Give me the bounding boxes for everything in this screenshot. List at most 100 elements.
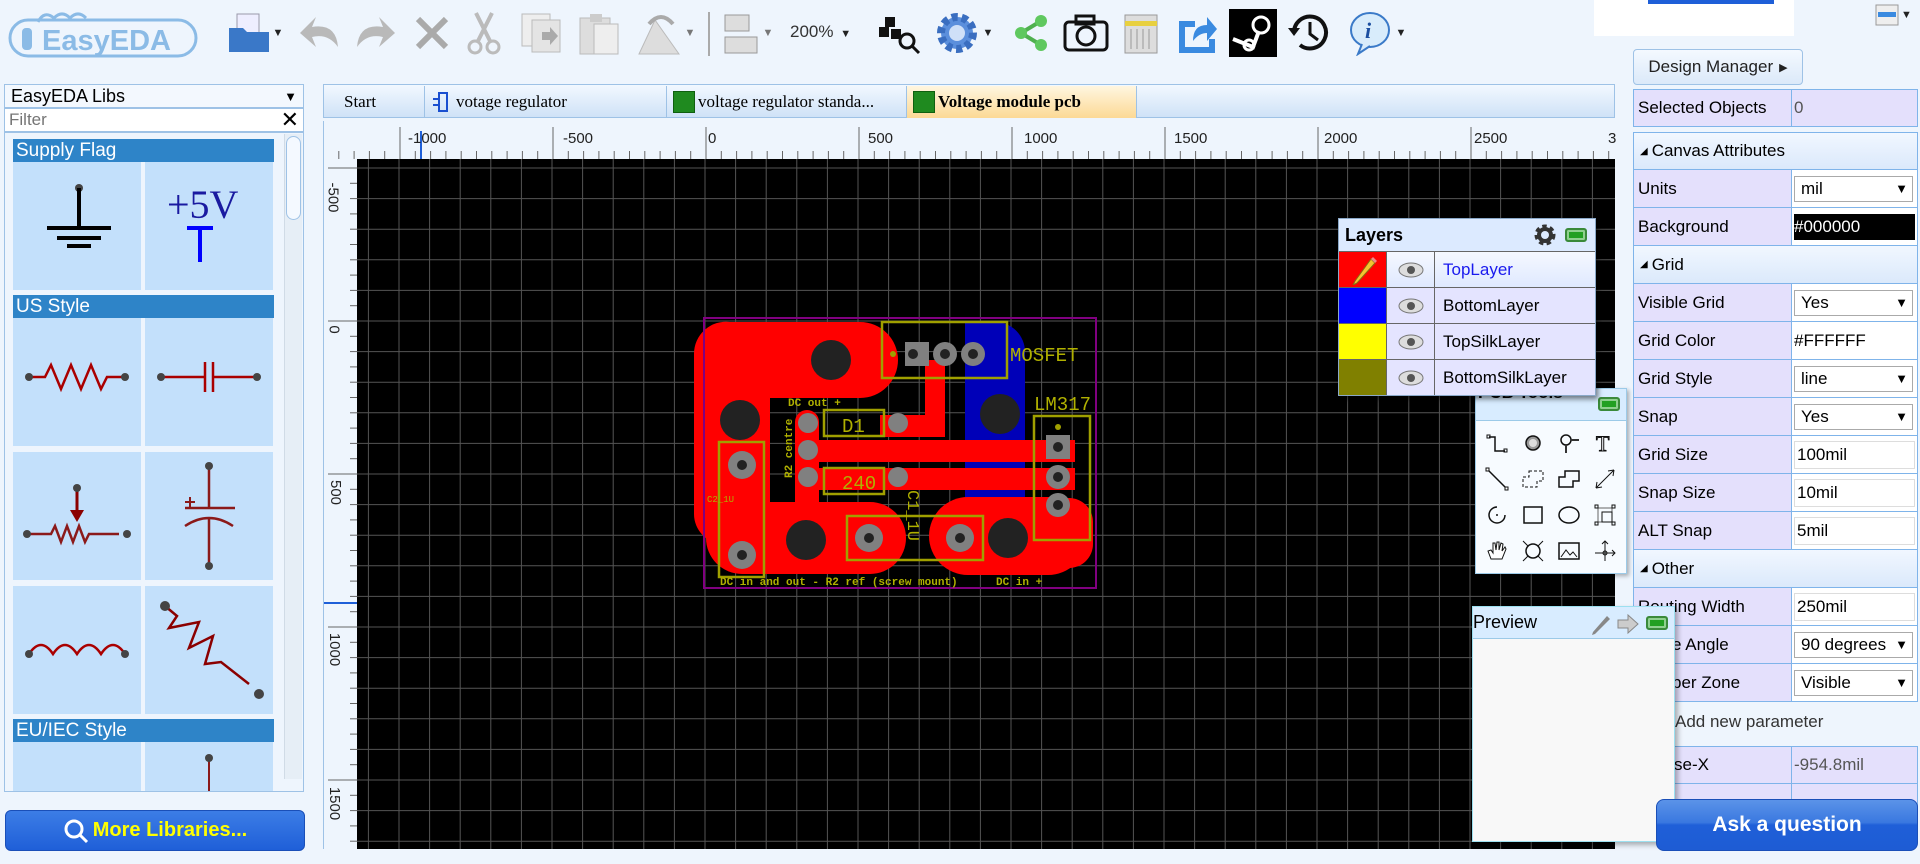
zoom-level-select[interactable]: 200% ▼	[790, 22, 851, 42]
lib-item-eu-1[interactable]	[13, 742, 141, 791]
lib-item-resistor[interactable]	[13, 318, 141, 446]
tool-image[interactable]	[1554, 536, 1584, 566]
snap-size-input[interactable]: 10mil	[1794, 478, 1915, 507]
align-button[interactable]: ▼	[718, 8, 776, 58]
preview-header[interactable]: Preview	[1473, 607, 1674, 639]
layer-color-swatch[interactable]	[1339, 360, 1387, 395]
lib-item-eu-2[interactable]	[145, 742, 273, 791]
group-canvas-attributes[interactable]: ◢ Canvas Attributes	[1633, 132, 1918, 170]
copy-button[interactable]	[516, 8, 566, 58]
lib-item-capacitor[interactable]	[145, 318, 273, 446]
group-other[interactable]: ◢ Other	[1633, 550, 1918, 588]
background-color-input[interactable]: #000000	[1794, 213, 1915, 240]
open-folder-button[interactable]: ▼	[220, 8, 290, 58]
library-scrollbar-thumb[interactable]	[286, 136, 301, 220]
tool-canvas-origin[interactable]	[1590, 500, 1620, 530]
tool-dimension[interactable]	[1590, 464, 1620, 494]
lib-item-ground[interactable]	[13, 162, 141, 290]
cut-button[interactable]	[462, 8, 506, 58]
grid-size-input[interactable]: 100mil	[1794, 440, 1915, 469]
tool-pan-hand[interactable]	[1482, 536, 1512, 566]
layer-color-swatch[interactable]	[1339, 288, 1387, 323]
group-grid[interactable]: ◢ Grid	[1633, 246, 1918, 284]
paste-button[interactable]	[574, 8, 624, 58]
layer-row-bottomlayer[interactable]: BottomLayer	[1339, 287, 1595, 323]
clear-filter-icon[interactable]: ✕	[281, 107, 299, 133]
screenshot-button[interactable]	[1060, 8, 1112, 58]
tool-via[interactable]	[1554, 428, 1584, 458]
lib-item-5v[interactable]: +5V	[145, 162, 273, 290]
more-libraries-button[interactable]: More Libraries...	[5, 810, 305, 851]
tool-hole[interactable]	[1518, 536, 1548, 566]
tab-voltage-regulator-standa[interactable]: voltage regulator standa...	[667, 86, 907, 118]
settings-button[interactable]: ▼	[930, 8, 996, 58]
layers-panel-header[interactable]: Layers	[1339, 219, 1595, 251]
edit-pencil-icon[interactable]	[1590, 613, 1612, 640]
export-button[interactable]	[1170, 8, 1222, 58]
steam-button[interactable]	[1228, 8, 1278, 58]
lib-item-inductor[interactable]	[13, 586, 141, 714]
rotate-button[interactable]: ▼	[632, 8, 698, 58]
lib-item-resistor-diagonal[interactable]	[145, 586, 273, 714]
design-manager-button[interactable]: Design Manager ▶	[1633, 49, 1803, 85]
routing-width-input[interactable]: 250mil	[1794, 592, 1915, 621]
find-component-button[interactable]	[876, 8, 922, 58]
library-select[interactable]: EasyEDA Libs ▼	[4, 84, 304, 108]
tool-track[interactable]	[1482, 428, 1512, 458]
ask-question-button[interactable]: Ask a question	[1656, 799, 1918, 851]
delete-button[interactable]	[410, 8, 454, 58]
tool-ellipse[interactable]	[1554, 500, 1584, 530]
layer-color-swatch[interactable]	[1339, 324, 1387, 359]
layer-visibility-toggle[interactable]	[1387, 252, 1435, 287]
tool-line[interactable]	[1482, 464, 1512, 494]
history-button[interactable]	[1284, 8, 1334, 58]
redo-button[interactable]	[350, 8, 400, 58]
layer-visibility-toggle[interactable]	[1387, 288, 1435, 323]
snap-select[interactable]: Yes ▼	[1794, 403, 1913, 430]
share-button[interactable]	[1008, 8, 1054, 58]
undo-button[interactable]	[295, 8, 345, 58]
tool-move-origin[interactable]	[1590, 536, 1620, 566]
layout-menu-button[interactable]: ▼	[1875, 4, 1912, 26]
pencil-icon	[1351, 256, 1377, 285]
tab-start[interactable]: Start	[324, 86, 425, 118]
tab-voltage-module-pcb[interactable]: Voltage module pcb	[907, 86, 1137, 118]
library-scrollbar[interactable]	[284, 134, 302, 779]
copper-zone-select[interactable]: Visible ▼	[1794, 669, 1913, 696]
bom-button[interactable]	[1118, 8, 1164, 58]
grid-color-input[interactable]: #FFFFFF	[1792, 322, 1917, 359]
layer-visibility-toggle[interactable]	[1387, 324, 1435, 359]
collapse-triangle-icon: ◢	[1640, 259, 1648, 270]
preview-panel: Preview ◢	[1472, 606, 1675, 842]
lib-item-potentiometer[interactable]	[13, 452, 141, 580]
help-button[interactable]: i ▼	[1344, 8, 1410, 58]
minimize-icon[interactable]	[1598, 397, 1620, 411]
ruler-label: 0	[708, 130, 717, 147]
layer-color-swatch[interactable]	[1339, 252, 1387, 287]
tool-rect[interactable]	[1518, 500, 1548, 530]
minimize-icon[interactable]	[1646, 616, 1668, 630]
filter-input[interactable]	[9, 110, 259, 130]
units-select[interactable]: mil ▼	[1794, 175, 1913, 202]
minimize-icon[interactable]	[1565, 228, 1587, 242]
add-new-parameter-link[interactable]: Add new parameter	[1675, 712, 1823, 732]
lib-item-polarized-capacitor[interactable]	[145, 452, 273, 580]
layer-row-topsilklayer[interactable]: TopSilkLayer	[1339, 323, 1595, 359]
layer-row-bottomsilklayer[interactable]: BottomSilkLayer	[1339, 359, 1595, 395]
open-arrow-icon[interactable]	[1616, 613, 1640, 640]
account-area[interactable]	[1594, 0, 1794, 36]
tab-votage-regulator[interactable]: votage regulator	[425, 86, 667, 118]
layers-settings-gear-icon[interactable]	[1533, 223, 1557, 252]
route-angle-select[interactable]: 90 degrees ▼	[1794, 631, 1913, 658]
layer-visibility-toggle[interactable]	[1387, 360, 1435, 395]
tool-arc[interactable]	[1482, 500, 1512, 530]
easyeda-logo[interactable]: EasyEDA	[8, 8, 198, 60]
alt-snap-input[interactable]: 5mil	[1794, 516, 1915, 545]
tool-pad[interactable]	[1518, 428, 1548, 458]
tool-solid-region-dashed[interactable]	[1518, 464, 1548, 494]
tool-solid-region[interactable]	[1554, 464, 1584, 494]
grid-style-select[interactable]: line ▼	[1794, 365, 1913, 392]
layer-row-toplayer[interactable]: TopLayer	[1339, 251, 1595, 287]
tool-text[interactable]: T	[1590, 428, 1620, 458]
visible-grid-select[interactable]: Yes ▼	[1794, 289, 1913, 316]
